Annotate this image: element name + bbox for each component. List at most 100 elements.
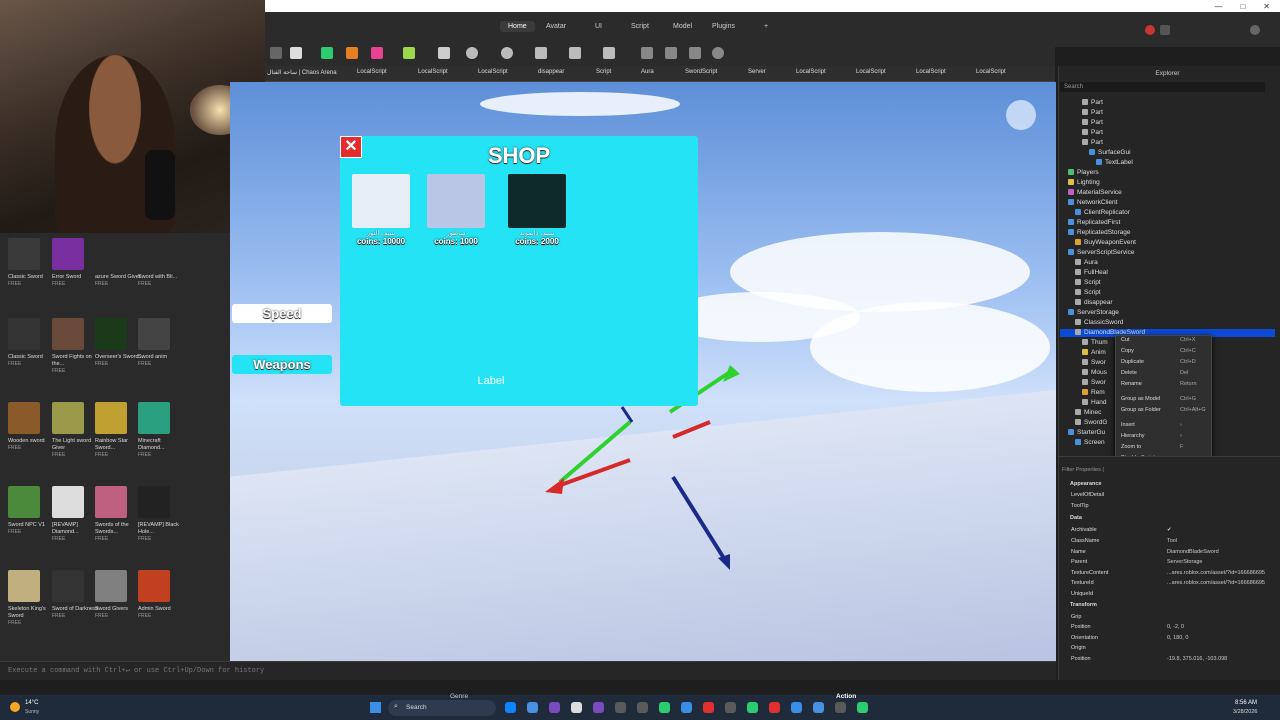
tree-item-label[interactable]: MaterialService	[1077, 189, 1122, 196]
item-name[interactable]: Sword anim	[138, 354, 188, 361]
tree-item-label[interactable]: Aura	[1084, 259, 1098, 266]
doc-tab[interactable]: Server	[748, 69, 766, 75]
tree-item[interactable]: Mous	[1082, 369, 1107, 377]
context-menu-item[interactable]: Duplicate	[1121, 359, 1144, 365]
doc-tab[interactable]: Script	[596, 69, 611, 75]
tree-item-label[interactable]: Script	[1084, 289, 1101, 296]
sword-image[interactable]	[352, 174, 410, 228]
app-icon[interactable]	[857, 702, 868, 713]
minimize-button[interactable]: —	[1214, 2, 1222, 11]
tree-item[interactable]: Part	[1082, 99, 1103, 107]
property-value[interactable]: ServerStorage	[1167, 559, 1202, 565]
team-test-icon[interactable]	[689, 47, 701, 59]
search-placeholder[interactable]: Search	[1064, 84, 1083, 90]
tree-item[interactable]: ClassicSword	[1075, 319, 1123, 327]
tab-home[interactable]: Home	[500, 21, 535, 32]
doc-tab[interactable]: Aura	[641, 69, 654, 75]
toolbox-item[interactable]: Sword anim FREE	[138, 318, 188, 368]
property-value[interactable]: -19.8, 375.016, -103.098	[1167, 656, 1227, 662]
item-name[interactable]: Classic Sword	[8, 354, 58, 361]
item-thumbnail[interactable]	[8, 486, 40, 518]
settings-icon[interactable]	[665, 47, 677, 59]
app-icon[interactable]	[615, 702, 626, 713]
tree-item[interactable]: Part	[1082, 119, 1103, 127]
context-menu-item[interactable]: Rename	[1121, 381, 1142, 387]
play-icon[interactable]	[641, 47, 653, 59]
tree-item-label[interactable]: Thum	[1091, 339, 1108, 346]
tree-item[interactable]: disappear	[1075, 299, 1113, 307]
app-icon[interactable]	[725, 702, 736, 713]
tree-item[interactable]: Part	[1082, 109, 1103, 117]
tree-item[interactable]: ReplicatedFirst	[1068, 219, 1120, 227]
doc-tab[interactable]: ساحة القتال | Chaos Arena	[267, 69, 337, 76]
tree-item-label[interactable]: SwordG	[1084, 419, 1107, 426]
tree-item[interactable]: Minec	[1075, 409, 1101, 417]
toolbox-item[interactable]: [REVAMP] Black Hole... FREE	[138, 486, 188, 543]
tree-item[interactable]: Rem	[1082, 389, 1105, 397]
tree-item[interactable]: Script	[1075, 279, 1101, 287]
app-icon[interactable]	[791, 702, 802, 713]
item-name[interactable]: Classic Sword	[8, 274, 58, 281]
tree-item-label[interactable]: Lighting	[1077, 179, 1100, 186]
toolbox-item[interactable]: Classic Sword FREE	[8, 238, 58, 288]
terrain-icon[interactable]	[321, 47, 333, 59]
tree-item-label[interactable]: ReplicatedStorage	[1077, 229, 1130, 236]
tab-add[interactable]: +	[764, 23, 768, 30]
shop-item[interactable]: سيف النور coins: 10000	[352, 174, 410, 246]
shop-item[interactable]: سيف دايموند coins: 2000	[508, 174, 566, 246]
doc-tab[interactable]: LocalScript	[976, 69, 1006, 75]
close-window-button[interactable]: ✕	[1263, 2, 1270, 11]
context-menu-item[interactable]: Delete	[1121, 370, 1137, 376]
tree-item-label[interactable]: SurfaceGui	[1098, 149, 1131, 156]
tree-item-label[interactable]: Part	[1091, 109, 1103, 116]
doc-tab[interactable]: LocalScript	[357, 69, 387, 75]
tree-item[interactable]: ClientReplicator	[1075, 209, 1130, 217]
app-icon[interactable]	[571, 702, 582, 713]
item-thumbnail[interactable]	[52, 238, 84, 270]
tree-item[interactable]: MaterialService	[1068, 189, 1122, 197]
item-name[interactable]: Wooden sword	[8, 438, 58, 445]
tree-item-label[interactable]: Swor	[1091, 359, 1106, 366]
context-menu-item[interactable]: Cut	[1121, 337, 1130, 343]
tree-item-label[interactable]: Anim	[1091, 349, 1106, 356]
tree-item[interactable]: Swor	[1082, 359, 1106, 367]
doc-tab[interactable]: LocalScript	[796, 69, 826, 75]
tree-item-label[interactable]: Part	[1091, 129, 1103, 136]
app-icon[interactable]	[835, 702, 846, 713]
gear-icon[interactable]	[712, 47, 724, 59]
avatar[interactable]	[1250, 25, 1260, 35]
item-thumbnail[interactable]	[52, 486, 84, 518]
context-menu-item[interactable]: Zoom to	[1121, 444, 1141, 450]
command-input[interactable]: Execute a command with Ctrl+↵ or use Ctr…	[8, 666, 264, 675]
doc-tab[interactable]: LocalScript	[418, 69, 448, 75]
tree-item[interactable]: TextLabel	[1096, 159, 1133, 167]
item-name[interactable]: Skeleton King's Sword	[8, 606, 58, 620]
group-icon[interactable]	[535, 47, 547, 59]
item-thumbnail[interactable]	[95, 486, 127, 518]
item-thumbnail[interactable]	[52, 402, 84, 434]
item-thumbnail[interactable]	[95, 318, 127, 350]
app-icon[interactable]	[527, 702, 538, 713]
tree-item[interactable]: Lighting	[1068, 179, 1100, 187]
item-name[interactable]: Admin Sword	[138, 606, 188, 613]
start-icon[interactable]	[370, 702, 381, 713]
tree-item-label[interactable]: Mous	[1091, 369, 1107, 376]
tree-item-label[interactable]: BuyWeaponEvent	[1084, 239, 1136, 246]
tree-item-label[interactable]: Rem	[1091, 389, 1105, 396]
tree-item-label[interactable]: StarterGu	[1077, 429, 1105, 436]
tree-item-label[interactable]: Players	[1077, 169, 1099, 176]
maximize-button[interactable]: □	[1240, 2, 1245, 11]
tree-item[interactable]: Part	[1082, 139, 1103, 147]
package-icon[interactable]	[438, 47, 450, 59]
doc-tab[interactable]: LocalScript	[916, 69, 946, 75]
item-thumbnail[interactable]	[8, 318, 40, 350]
toolbox-icon[interactable]	[346, 47, 358, 59]
item-thumbnail[interactable]	[138, 402, 170, 434]
property-value[interactable]: Tool	[1167, 538, 1177, 544]
app-icon[interactable]	[659, 702, 670, 713]
app-icon[interactable]	[549, 702, 560, 713]
tree-item[interactable]: Thum	[1082, 339, 1108, 347]
property-value[interactable]: 0, 180, 0	[1167, 635, 1188, 641]
tree-item-label[interactable]: Swor	[1091, 379, 1106, 386]
item-thumbnail[interactable]	[52, 570, 84, 602]
